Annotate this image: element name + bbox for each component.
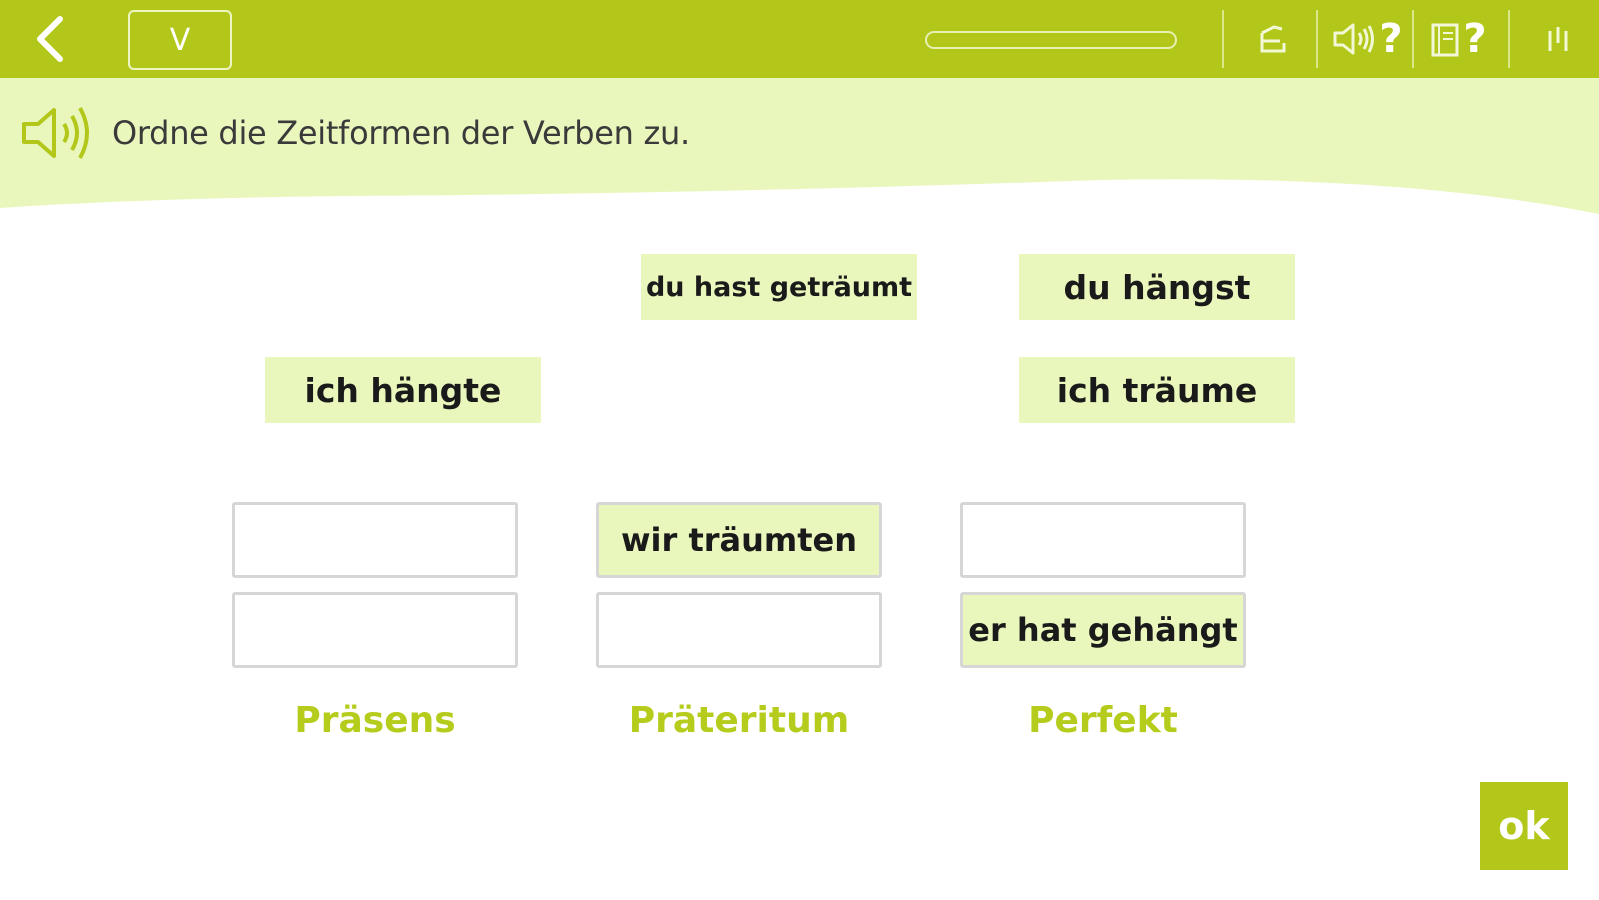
back-button[interactable]: [22, 12, 78, 66]
chevron-left-icon: [37, 16, 63, 62]
speaker-icon: [1333, 23, 1375, 55]
restart-button[interactable]: [1246, 10, 1298, 68]
drop-slot-praesens-2[interactable]: [232, 592, 518, 668]
top-bar: V ? ?: [0, 0, 1599, 78]
ok-button[interactable]: ok: [1480, 782, 1568, 870]
word-card[interactable]: ich träume: [1019, 357, 1295, 423]
drop-slot-perfekt-1[interactable]: [960, 502, 1246, 578]
level-button[interactable]: V: [128, 10, 232, 70]
drop-slot-praeteritum-2[interactable]: [596, 592, 882, 668]
drop-slot-perfekt-2[interactable]: er hat gehängt: [960, 592, 1246, 668]
instruction-band: Ordne die Zeitformen der Verben zu.: [0, 78, 1599, 218]
column-label-praeteritum: Präteritum: [628, 700, 850, 741]
toolbar-divider: [1508, 10, 1510, 68]
toolbar-divider: [1412, 10, 1414, 68]
exercise-screen: V ? ? Ordne die Zeitformen der Verben zu…: [0, 0, 1599, 900]
word-card[interactable]: ich hängte: [265, 357, 541, 423]
toolbar-divider: [1316, 10, 1318, 68]
book-icon: [1431, 23, 1459, 57]
speaker-icon[interactable]: [20, 100, 98, 166]
column-label-perfekt: Perfekt: [1028, 700, 1178, 741]
instruction-text: Ordne die Zeitformen der Verben zu.: [112, 114, 690, 152]
book-help-button[interactable]: ?: [1424, 10, 1492, 68]
menu-button[interactable]: [1532, 10, 1582, 68]
toolbar-divider: [1222, 10, 1224, 68]
menu-icon: [1548, 27, 1568, 51]
audio-help-button[interactable]: ?: [1328, 10, 1406, 68]
word-card[interactable]: du hast geträumt: [641, 254, 917, 320]
help-mark: ?: [1463, 16, 1487, 62]
word-card[interactable]: du hängst: [1019, 254, 1295, 320]
restart-icon: [1260, 25, 1286, 53]
help-mark: ?: [1379, 16, 1403, 62]
drop-slot-praesens-1[interactable]: [232, 502, 518, 578]
drop-slot-praeteritum-1[interactable]: wir träumten: [596, 502, 882, 578]
progress-bar: [925, 31, 1177, 49]
column-label-praesens: Präsens: [294, 700, 456, 741]
